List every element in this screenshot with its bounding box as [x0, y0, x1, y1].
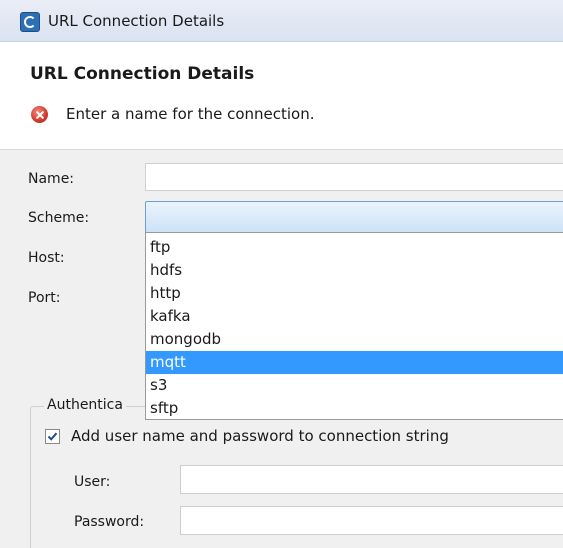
- add-credentials-label[interactable]: Add user name and password to connection…: [71, 427, 449, 445]
- scheme-option-kafka[interactable]: kafka: [146, 305, 563, 328]
- scheme-option-sftp[interactable]: sftp: [146, 397, 563, 420]
- scheme-option-hdfs[interactable]: hdfs: [146, 259, 563, 282]
- scheme-option-s3[interactable]: s3: [146, 374, 563, 397]
- checkmark-icon: [47, 432, 58, 441]
- scheme-label: Scheme:: [28, 210, 90, 226]
- user-field[interactable]: [180, 465, 563, 494]
- scheme-option-ftp[interactable]: ftp: [146, 236, 563, 259]
- title-bar: URL Connection Details: [0, 0, 563, 42]
- user-label: User:: [74, 474, 111, 490]
- app-icon: [20, 12, 40, 32]
- dialog-header: URL Connection Details Enter a name for …: [0, 42, 563, 150]
- scheme-option-mqtt[interactable]: mqtt: [146, 351, 563, 374]
- password-field[interactable]: [180, 506, 563, 535]
- name-field[interactable]: [145, 163, 563, 191]
- scheme-dropdown-list: ftp hdfs http kafka mongodb mqtt s3 sftp: [145, 232, 563, 420]
- name-label: Name:: [28, 171, 75, 187]
- window-title: URL Connection Details: [48, 12, 225, 30]
- header-title: URL Connection Details: [30, 64, 255, 84]
- authentication-group-title: Authentica: [44, 397, 126, 413]
- error-icon: [31, 106, 48, 123]
- port-label: Port:: [28, 290, 61, 306]
- scheme-option-mongodb[interactable]: mongodb: [146, 328, 563, 351]
- password-label: Password:: [74, 514, 145, 530]
- url-connection-dialog: URL Connection Details URL Connection De…: [0, 0, 563, 548]
- scheme-select[interactable]: [145, 201, 563, 233]
- host-label: Host:: [28, 250, 65, 266]
- scheme-option-http[interactable]: http: [146, 282, 563, 305]
- error-message: Enter a name for the connection.: [66, 105, 315, 123]
- connection-form: Name: Scheme: Host: Port: ftp hdfs http …: [0, 150, 563, 548]
- add-credentials-checkbox[interactable]: [45, 429, 60, 444]
